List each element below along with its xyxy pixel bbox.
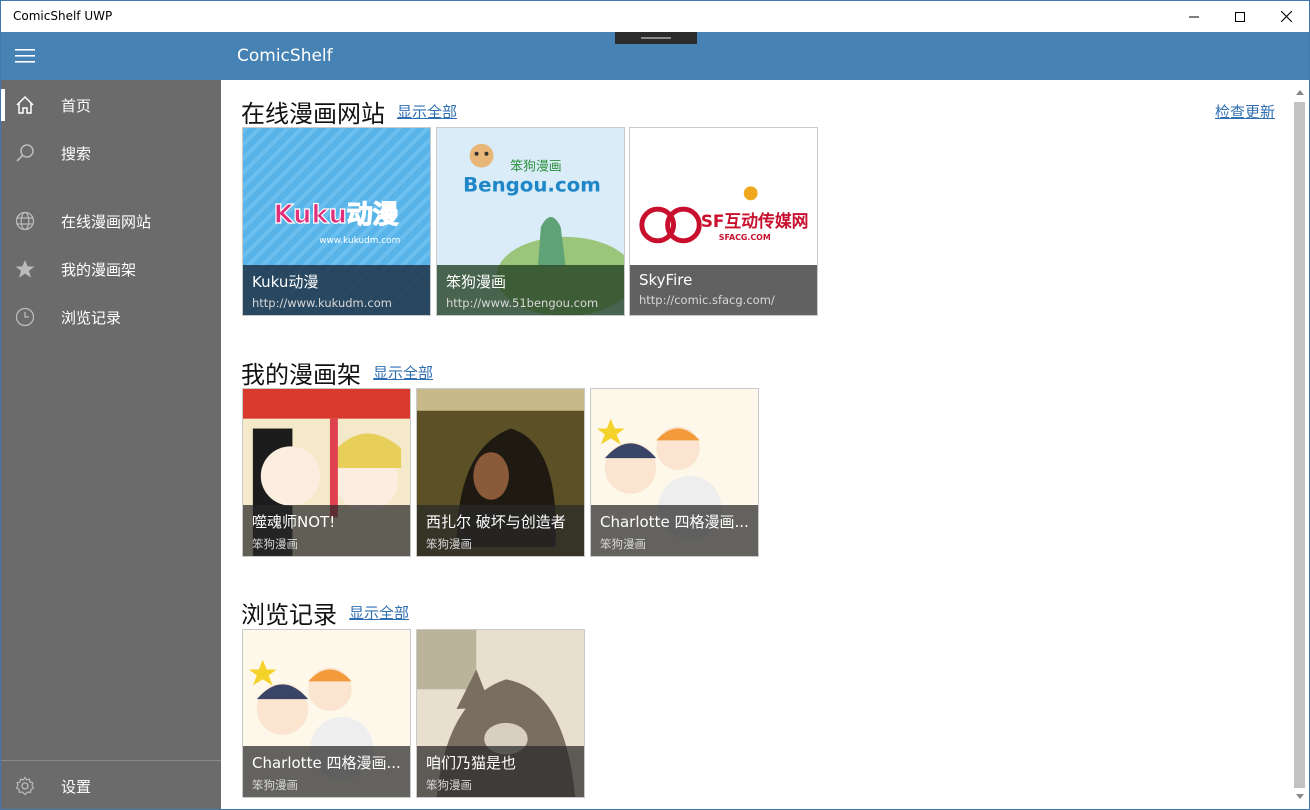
bengou-logo-text: Bengou.com [463, 173, 601, 196]
scroll-thumb[interactable] [1294, 102, 1305, 788]
window-title: ComicShelf UWP [13, 9, 113, 23]
history-item-tile[interactable]: 咱们乃猫是也 笨狗漫画 [416, 629, 585, 798]
sites-show-all-link[interactable]: 显示全部 [397, 101, 457, 122]
star-icon [1, 245, 49, 293]
scroll-up-icon[interactable] [1296, 90, 1304, 95]
tile-caption: Charlotte 四格漫画... 笨狗漫画 [243, 746, 410, 797]
hamburger-button[interactable] [1, 32, 49, 80]
tile-caption: 噬魂师NOT! 笨狗漫画 [243, 505, 410, 556]
vertical-scrollbar[interactable] [1292, 80, 1309, 809]
sidebar-item-settings[interactable]: 设置 [1, 762, 221, 809]
sidebar-item-label: 设置 [61, 777, 92, 796]
hamburger-icon [15, 49, 35, 63]
comic-title: 西扎尔 破坏与创造者 [426, 513, 566, 531]
site-tile-bengou[interactable]: 笨狗漫画 Bengou.com 笨狗漫画 http://www.51bengou… [436, 127, 625, 316]
sidebar-item-label: 在线漫画网站 [61, 212, 152, 231]
close-button[interactable] [1263, 1, 1309, 32]
site-title: 笨狗漫画 [446, 273, 507, 291]
shelf-item-tile[interactable]: 噬魂师NOT! 笨狗漫画 [242, 388, 411, 557]
comic-source: 笨狗漫画 [252, 537, 298, 551]
sidebar-item-label: 我的漫画架 [61, 260, 137, 279]
maximize-button[interactable] [1217, 1, 1263, 32]
comic-source: 笨狗漫画 [426, 537, 472, 551]
section-title-history: 浏览记录 [241, 601, 337, 629]
sidebar-item-shelf[interactable]: 我的漫画架 [1, 245, 221, 293]
sfacg-logo-subtext: SFACG.COM [719, 233, 771, 242]
site-tile-skyfire[interactable]: SF互动传媒网 SFACG.COM SkyFire http://comic.s… [629, 127, 818, 316]
home-icon [1, 81, 49, 129]
app-header: ComicShelf [1, 32, 1309, 80]
shelf-item-tile[interactable]: 西扎尔 破坏与创造者 笨狗漫画 [416, 388, 585, 557]
globe-icon [1, 197, 49, 245]
sidebar-item-search[interactable]: 搜索 [1, 129, 221, 177]
clock-icon [1, 293, 49, 341]
sidebar-divider [1, 760, 221, 761]
tile-caption: 西扎尔 破坏与创造者 笨狗漫画 [417, 505, 584, 556]
title-bar: ComicShelf UWP [1, 1, 1309, 32]
tile-caption: Kuku动漫 http://www.kukudm.com [243, 265, 430, 315]
site-title: Kuku动漫 [252, 273, 319, 291]
sidebar-item-home[interactable]: 首页 [1, 81, 221, 129]
tile-caption: 笨狗漫画 http://www.51bengou.com [437, 265, 624, 315]
site-url: http://www.kukudm.com [252, 296, 392, 310]
tile-caption: 咱们乃猫是也 笨狗漫画 [417, 746, 584, 797]
sidebar: 首页 搜索 在线漫画网站 我的漫画架 浏览记录 设置 [1, 80, 221, 809]
app-window: ComicShelf UWP ComicShelf 首页 搜索 在线漫画网站 我… [0, 0, 1310, 810]
tile-caption: SkyFire http://comic.sfacg.com/ [630, 265, 817, 315]
sfacg-logo-text: SF互动传媒网 [701, 211, 809, 231]
site-url: http://www.51bengou.com [446, 296, 599, 310]
comic-title: 咱们乃猫是也 [426, 754, 517, 772]
comic-title: 噬魂师NOT! [252, 513, 336, 531]
comic-title: Charlotte 四格漫画... [600, 513, 749, 531]
history-item-tile[interactable]: Charlotte 四格漫画... 笨狗漫画 [242, 629, 411, 798]
minimize-icon [1189, 16, 1199, 17]
site-url: http://comic.sfacg.com/ [639, 293, 775, 307]
gear-icon [1, 762, 49, 809]
comic-source: 笨狗漫画 [600, 537, 646, 551]
main-content: 在线漫画网站 显示全部 检查更新 Kuku动漫 www.kukudm.com K… [221, 80, 1292, 809]
app-title: ComicShelf [237, 46, 333, 66]
maximize-icon [1235, 11, 1245, 22]
history-show-all-link[interactable]: 显示全部 [349, 602, 409, 623]
sidebar-item-label: 浏览记录 [61, 308, 122, 327]
comic-source: 笨狗漫画 [426, 778, 472, 792]
sidebar-item-sites[interactable]: 在线漫画网站 [1, 197, 221, 245]
kuku-logo-subtext: www.kukudm.com [319, 236, 400, 246]
site-tile-kuku[interactable]: Kuku动漫 www.kukudm.com Kuku动漫 http://www.… [242, 127, 431, 316]
bengou-logo-subtext: 笨狗漫画 [510, 159, 561, 175]
site-title: SkyFire [639, 271, 693, 289]
shelf-show-all-link[interactable]: 显示全部 [373, 362, 433, 383]
tile-caption: Charlotte 四格漫画... 笨狗漫画 [591, 505, 758, 556]
close-icon [1280, 11, 1292, 22]
scroll-down-icon[interactable] [1296, 794, 1304, 799]
section-title-sites: 在线漫画网站 [241, 100, 385, 128]
shelf-item-tile[interactable]: Charlotte 四格漫画... 笨狗漫画 [590, 388, 759, 557]
check-update-link[interactable]: 检查更新 [1215, 101, 1275, 122]
kuku-logo-text: Kuku动漫 [274, 200, 399, 230]
comic-source: 笨狗漫画 [252, 778, 298, 792]
comic-title: Charlotte 四格漫画... [252, 754, 401, 772]
section-title-shelf: 我的漫画架 [241, 361, 361, 389]
search-icon [1, 129, 49, 177]
drag-handle[interactable] [615, 32, 697, 44]
sidebar-item-label: 搜索 [61, 144, 92, 163]
minimize-button[interactable] [1171, 1, 1217, 32]
sidebar-item-label: 首页 [61, 96, 92, 115]
sidebar-item-history[interactable]: 浏览记录 [1, 293, 221, 341]
